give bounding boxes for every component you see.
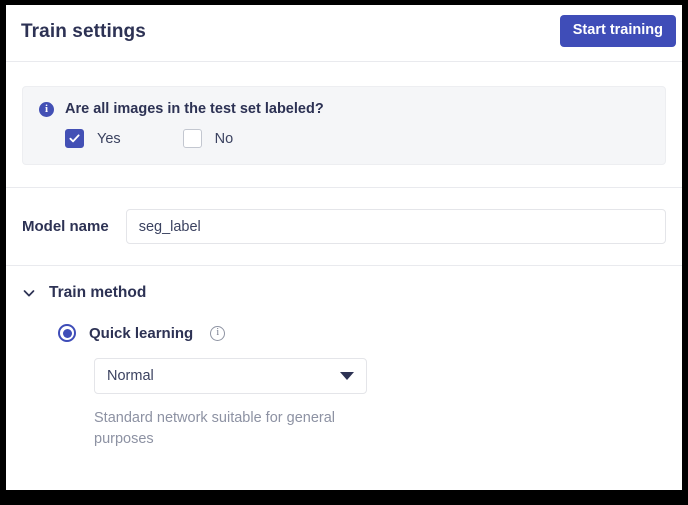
choice-no[interactable]: No [182, 129, 234, 148]
train-method-section: Train method Quick learning i Normal Sta… [6, 266, 682, 450]
choice-yes-label: Yes [97, 130, 121, 147]
model-name-label: Model name [22, 218, 109, 235]
network-type-value: Normal [107, 368, 154, 384]
choice-yes[interactable]: Yes [65, 129, 121, 148]
train-settings-panel: Train settings Start training i Are all … [6, 5, 682, 490]
checkbox-no[interactable] [182, 129, 202, 148]
panel-header: Train settings Start training [6, 5, 682, 61]
start-training-button[interactable]: Start training [559, 15, 676, 47]
info-circle-filled-icon: i [39, 101, 54, 117]
chevron-down-icon[interactable] [22, 286, 36, 300]
check-icon [69, 134, 80, 143]
checkbox-yes[interactable] [65, 129, 84, 148]
choice-no-label: No [214, 130, 234, 147]
info-box-question: Are all images in the test set labeled? [65, 101, 324, 117]
page-title: Train settings [21, 21, 146, 42]
radio-dot [62, 328, 72, 338]
quick-learning-label: Quick learning [89, 324, 194, 342]
info-box-heading-row: i Are all images in the test set labeled… [39, 101, 649, 117]
model-name-input[interactable] [125, 209, 666, 244]
labeled-choice-group: Yes No [39, 129, 649, 148]
radio-quick-learning[interactable] [58, 324, 76, 342]
model-name-section: Model name [6, 188, 682, 265]
train-method-title: Train method [49, 284, 147, 301]
screenshot-frame: Train settings Start training i Are all … [0, 0, 688, 505]
caret-down-icon[interactable] [340, 372, 354, 380]
network-type-description: Standard network suitable for general pu… [94, 410, 336, 448]
network-type-select[interactable]: Normal [94, 358, 367, 394]
quick-learning-option-row: Quick learning i [22, 324, 666, 342]
info-box: i Are all images in the test set labeled… [22, 86, 666, 165]
info-circle-outline-icon[interactable]: i [210, 325, 226, 341]
train-method-header[interactable]: Train method [22, 284, 666, 302]
test-set-labeled-section: i Are all images in the test set labeled… [6, 62, 682, 187]
